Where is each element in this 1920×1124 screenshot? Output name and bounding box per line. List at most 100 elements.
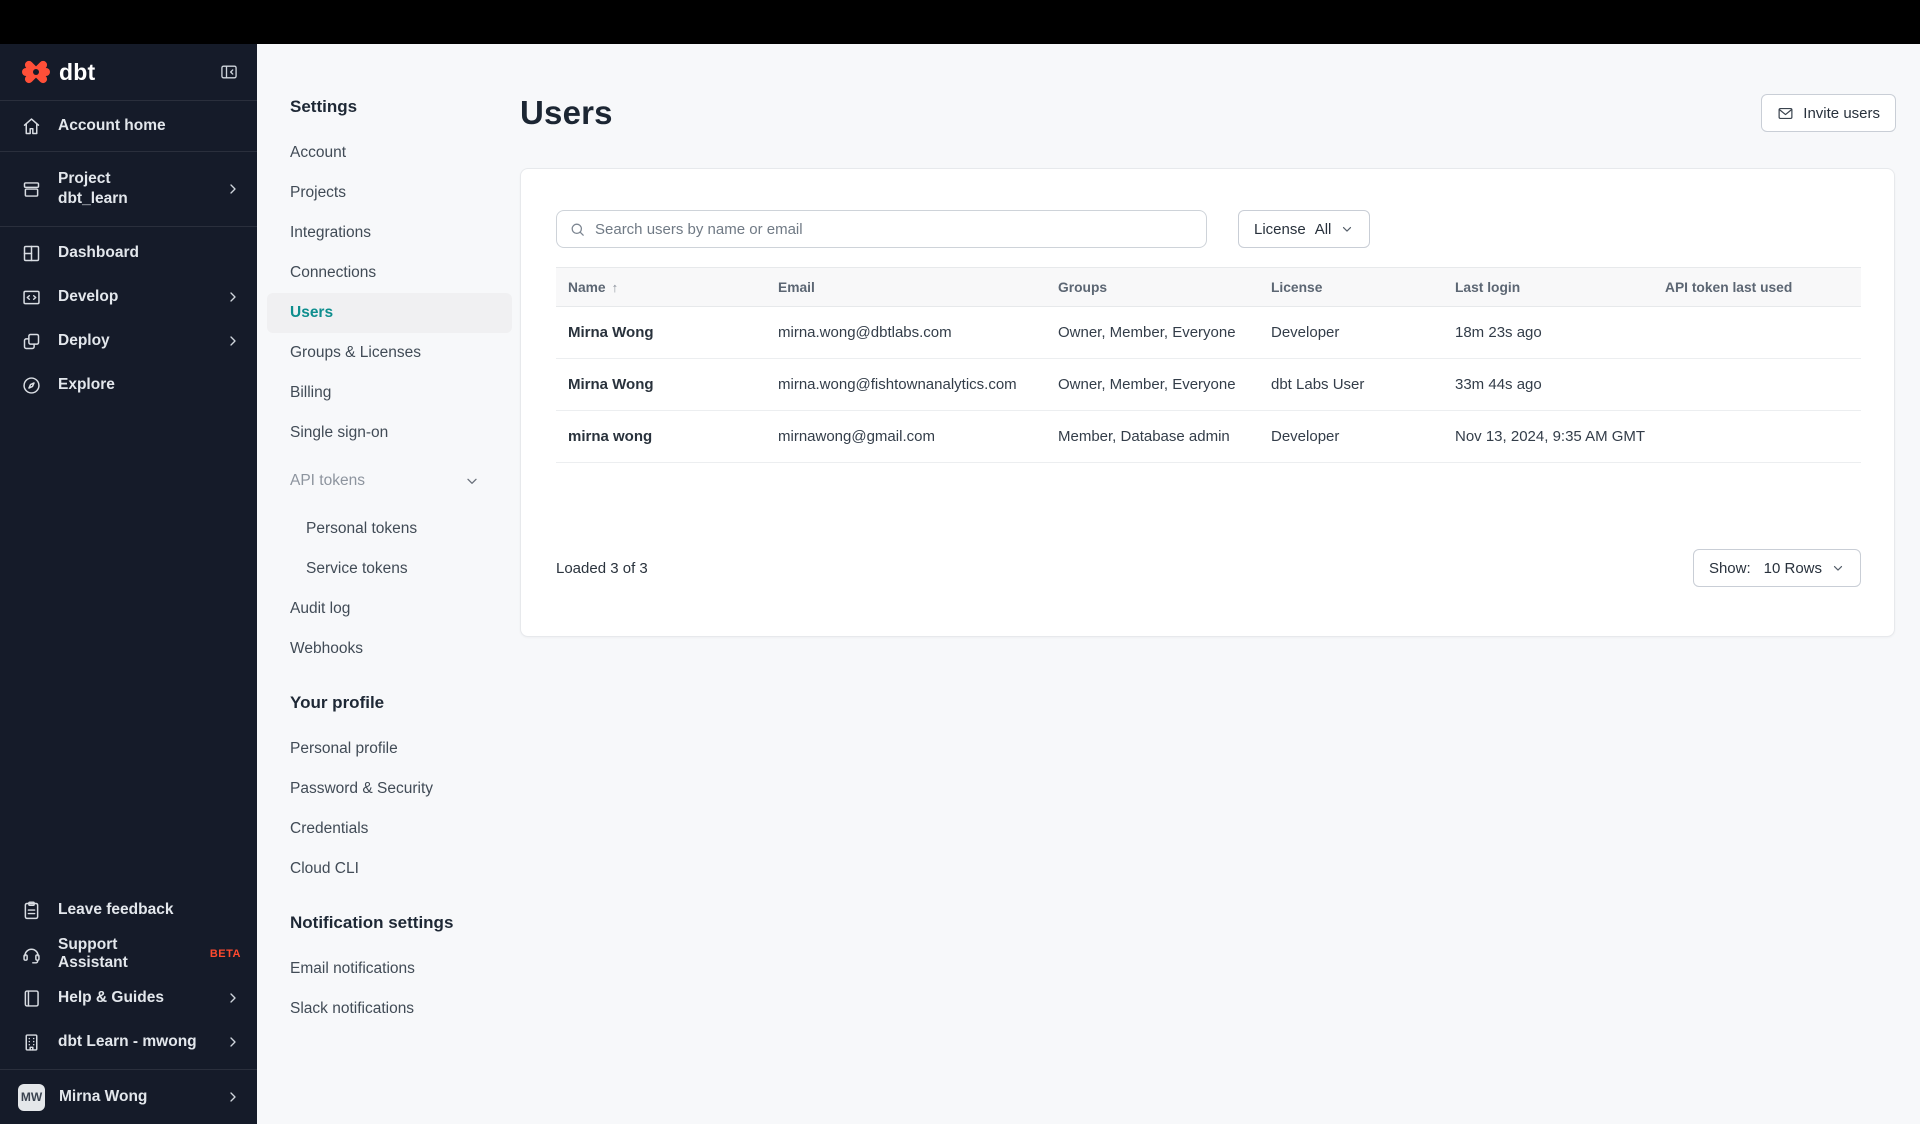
avatar: MW xyxy=(18,1083,45,1111)
chevron-down-icon xyxy=(464,473,480,489)
sidebar-item-develop[interactable]: Develop xyxy=(0,275,257,319)
settings-item-groups-licenses[interactable]: Groups & Licenses xyxy=(290,333,520,373)
column-header-api-token-last-used[interactable]: API token last used xyxy=(1653,280,1863,295)
column-header-email[interactable]: Email xyxy=(766,280,1046,295)
cell-groups: Member, Database admin xyxy=(1058,428,1230,445)
sidebar-item-deploy[interactable]: Deploy xyxy=(0,319,257,363)
sidebar-item-project[interactable]: Project dbt_learn xyxy=(0,152,257,226)
settings-item-users[interactable]: Users xyxy=(267,293,512,333)
dbt-logo-icon xyxy=(20,57,50,87)
home-icon xyxy=(20,115,42,137)
license-filter-value: All xyxy=(1314,220,1332,238)
chevron-down-icon xyxy=(1831,561,1845,575)
column-header-license[interactable]: License xyxy=(1259,280,1443,295)
settings-item-integrations[interactable]: Integrations xyxy=(290,213,520,253)
sidebar-item-label: Develop xyxy=(58,288,119,305)
sidebar-item-sublabel: dbt_learn xyxy=(58,190,128,207)
chevron-right-icon xyxy=(225,1089,241,1105)
license-filter-label: License xyxy=(1254,220,1306,238)
settings-nav: Settings Account Projects Integrations C… xyxy=(257,44,520,1124)
column-header-last-login[interactable]: Last login xyxy=(1443,280,1653,295)
table-row[interactable]: Mirna Wong mirna.wong@dbtlabs.com Owner,… xyxy=(556,307,1861,359)
page-title: Users xyxy=(520,94,613,131)
sidebar-item-label: Help & Guides xyxy=(58,989,164,1006)
show-rows-dropdown[interactable]: Show: 10 Rows xyxy=(1692,549,1861,587)
invite-users-button[interactable]: Invite users xyxy=(1761,94,1896,132)
loaded-count: Loaded 3 of 3 xyxy=(556,559,648,577)
sidebar-item-label: Deploy xyxy=(58,332,110,349)
settings-item-webhooks[interactable]: Webhooks xyxy=(290,629,520,669)
cell-email: mirnawong@gmail.com xyxy=(778,428,935,445)
settings-item-personal-profile[interactable]: Personal profile xyxy=(290,729,520,769)
layers-icon xyxy=(20,330,42,352)
settings-item-credentials[interactable]: Credentials xyxy=(290,809,520,849)
cell-email: mirna.wong@fishtownanalytics.com xyxy=(778,376,1017,393)
settings-item-single-sign-on[interactable]: Single sign-on xyxy=(290,413,520,453)
settings-item-password-security[interactable]: Password & Security xyxy=(290,769,520,809)
settings-item-personal-tokens[interactable]: Personal tokens xyxy=(290,509,520,549)
dbt-logo-text: dbt xyxy=(59,58,96,85)
sidebar-item-label: Explore xyxy=(58,376,115,393)
search-icon xyxy=(569,221,586,238)
sidebar-item-label: Leave feedback xyxy=(58,901,174,918)
invite-users-label: Invite users xyxy=(1803,104,1880,122)
cell-last-login: Nov 13, 2024, 9:35 AM GMT xyxy=(1455,428,1646,445)
envelope-icon xyxy=(1777,105,1794,122)
cell-name: Mirna Wong xyxy=(568,376,654,393)
sidebar-item-dashboard[interactable]: Dashboard xyxy=(0,231,257,275)
book-icon xyxy=(20,987,42,1009)
search-input[interactable] xyxy=(595,220,1194,238)
settings-heading: Settings xyxy=(290,97,358,116)
sidebar-user-menu[interactable]: MW Mirna Wong xyxy=(0,1070,257,1124)
license-filter-dropdown[interactable]: License All xyxy=(1238,210,1371,248)
sidebar-item-help-guides[interactable]: Help & Guides xyxy=(0,976,257,1020)
table-row[interactable]: Mirna Wong mirna.wong@fishtownanalytics.… xyxy=(556,359,1861,411)
settings-item-projects[interactable]: Projects xyxy=(290,173,520,213)
chevron-right-icon xyxy=(225,1034,241,1050)
notification-settings-heading: Notification settings xyxy=(290,913,454,932)
cell-name: Mirna Wong xyxy=(568,324,654,341)
your-profile-heading: Your profile xyxy=(290,693,385,712)
table-row[interactable]: mirna wong mirnawong@gmail.com Member, D… xyxy=(556,411,1861,463)
sidebar-item-label: Project xyxy=(58,170,111,187)
main-content: Users Invite users License All xyxy=(520,44,1920,1124)
cell-last-login: 33m 44s ago xyxy=(1455,376,1542,393)
settings-item-audit-log[interactable]: Audit log xyxy=(290,589,520,629)
collapse-sidebar-icon[interactable] xyxy=(219,62,239,82)
settings-item-label: API tokens xyxy=(290,472,365,489)
chevron-down-icon xyxy=(1340,222,1354,236)
user-name: Mirna Wong xyxy=(59,1088,148,1105)
sidebar-item-leave-feedback[interactable]: Leave feedback xyxy=(0,888,257,932)
chevron-right-icon xyxy=(225,333,241,349)
cell-groups: Owner, Member, Everyone xyxy=(1058,376,1236,393)
show-rows-value: 10 Rows xyxy=(1763,559,1822,577)
column-header-groups[interactable]: Groups xyxy=(1046,280,1259,295)
sidebar-item-label: dbt Learn - mwong xyxy=(58,1033,197,1050)
cell-name: mirna wong xyxy=(568,428,653,445)
chevron-right-icon xyxy=(225,990,241,1006)
settings-item-api-tokens[interactable]: API tokens xyxy=(290,461,520,501)
dashboard-grid-icon xyxy=(20,242,42,264)
settings-item-service-tokens[interactable]: Service tokens xyxy=(290,549,520,589)
settings-item-account[interactable]: Account xyxy=(290,133,520,173)
table-header-row: Name ↑ Email Groups License Last login AP… xyxy=(556,267,1861,307)
cell-license: Developer xyxy=(1271,324,1340,341)
app-sidebar: dbt Account home Project dbt_learn Dashb… xyxy=(0,44,257,1124)
sidebar-item-dbt-learn[interactable]: dbt Learn - mwong xyxy=(0,1020,257,1064)
compass-icon xyxy=(20,374,42,396)
top-black-bar xyxy=(0,0,1920,44)
sidebar-item-label: Dashboard xyxy=(58,244,139,261)
cell-groups: Owner, Member, Everyone xyxy=(1058,324,1236,341)
settings-item-billing[interactable]: Billing xyxy=(290,373,520,413)
sidebar-item-support-assistant[interactable]: Support Assistant BETA xyxy=(0,932,257,976)
logo-row: dbt xyxy=(0,44,257,101)
settings-item-connections[interactable]: Connections xyxy=(290,253,520,293)
show-rows-label: Show: xyxy=(1708,559,1751,577)
column-header-name[interactable]: Name ↑ xyxy=(556,280,766,295)
sort-ascending-icon: ↑ xyxy=(611,279,619,295)
settings-item-slack-notifications[interactable]: Slack notifications xyxy=(290,989,520,1029)
settings-item-email-notifications[interactable]: Email notifications xyxy=(290,949,520,989)
sidebar-item-account-home[interactable]: Account home xyxy=(0,101,257,151)
settings-item-cloud-cli[interactable]: Cloud CLI xyxy=(290,849,520,889)
sidebar-item-explore[interactable]: Explore xyxy=(0,363,257,407)
